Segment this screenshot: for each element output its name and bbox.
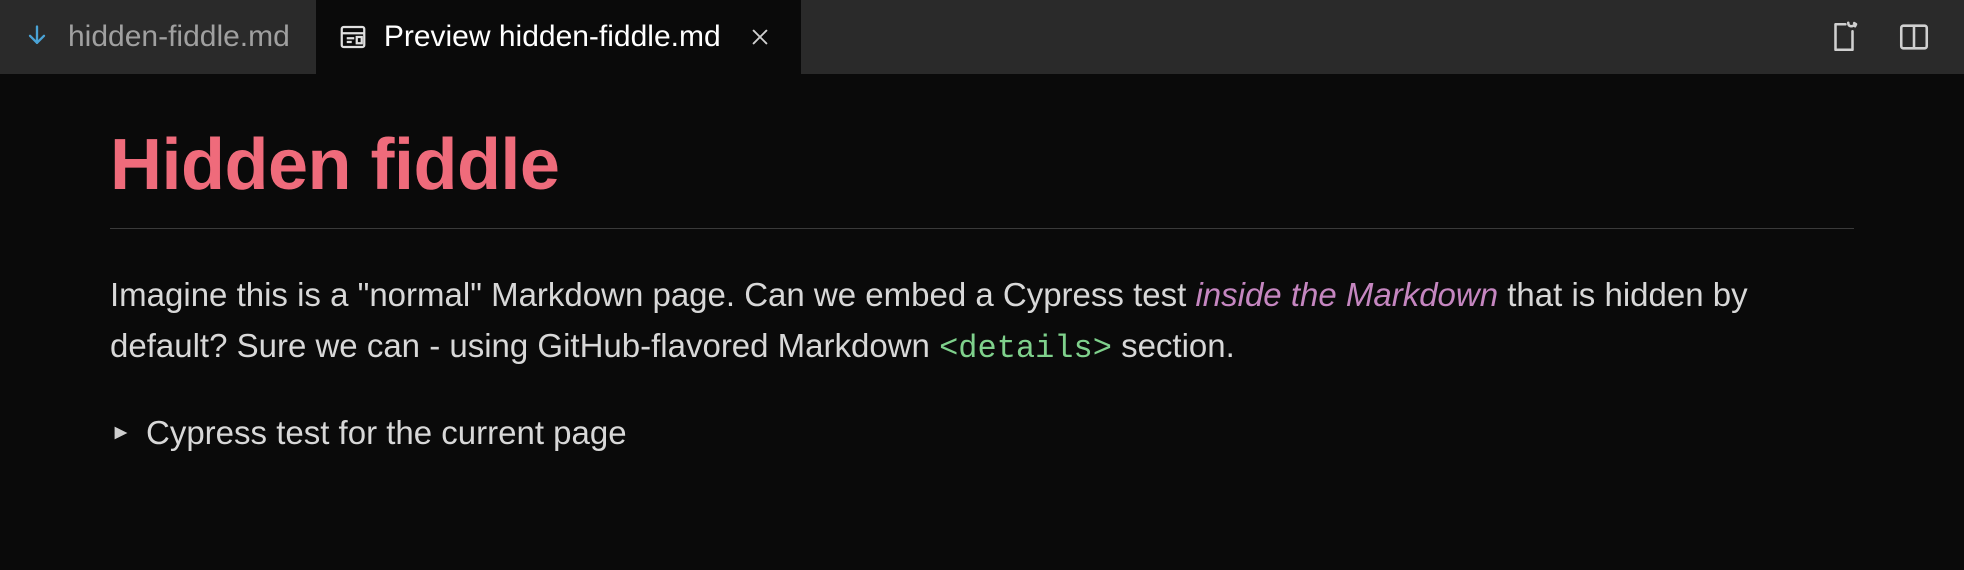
show-source-button[interactable] xyxy=(1824,17,1864,57)
preview-content: Hidden fiddle Imagine this is a "normal"… xyxy=(0,74,1964,452)
tab-source-label: hidden-fiddle.md xyxy=(68,20,290,54)
split-editor-button[interactable] xyxy=(1894,17,1934,57)
page-title: Hidden fiddle xyxy=(110,124,1854,229)
details-summary-label: Cypress test for the current page xyxy=(146,414,627,452)
tabbar-spacer xyxy=(801,0,1794,74)
markdown-file-icon xyxy=(22,22,52,52)
details-summary[interactable]: Cypress test for the current page xyxy=(110,414,1854,452)
disclosure-triangle-icon xyxy=(110,422,132,444)
emphasized-link[interactable]: inside the Markdown xyxy=(1195,276,1498,313)
tab-preview-file[interactable]: Preview hidden-fiddle.md xyxy=(316,0,801,74)
tabbar-actions xyxy=(1794,0,1964,74)
preview-icon xyxy=(338,22,368,52)
close-icon[interactable] xyxy=(745,22,775,52)
para-text-3: section. xyxy=(1112,327,1235,364)
tab-bar: hidden-fiddle.md Preview hidden-fiddle.m… xyxy=(0,0,1964,74)
intro-paragraph: Imagine this is a "normal" Markdown page… xyxy=(110,269,1854,374)
tab-source-file[interactable]: hidden-fiddle.md xyxy=(0,0,316,74)
tab-preview-label: Preview hidden-fiddle.md xyxy=(384,20,721,54)
para-text-1: Imagine this is a "normal" Markdown page… xyxy=(110,276,1195,313)
inline-code: <details> xyxy=(939,330,1112,367)
